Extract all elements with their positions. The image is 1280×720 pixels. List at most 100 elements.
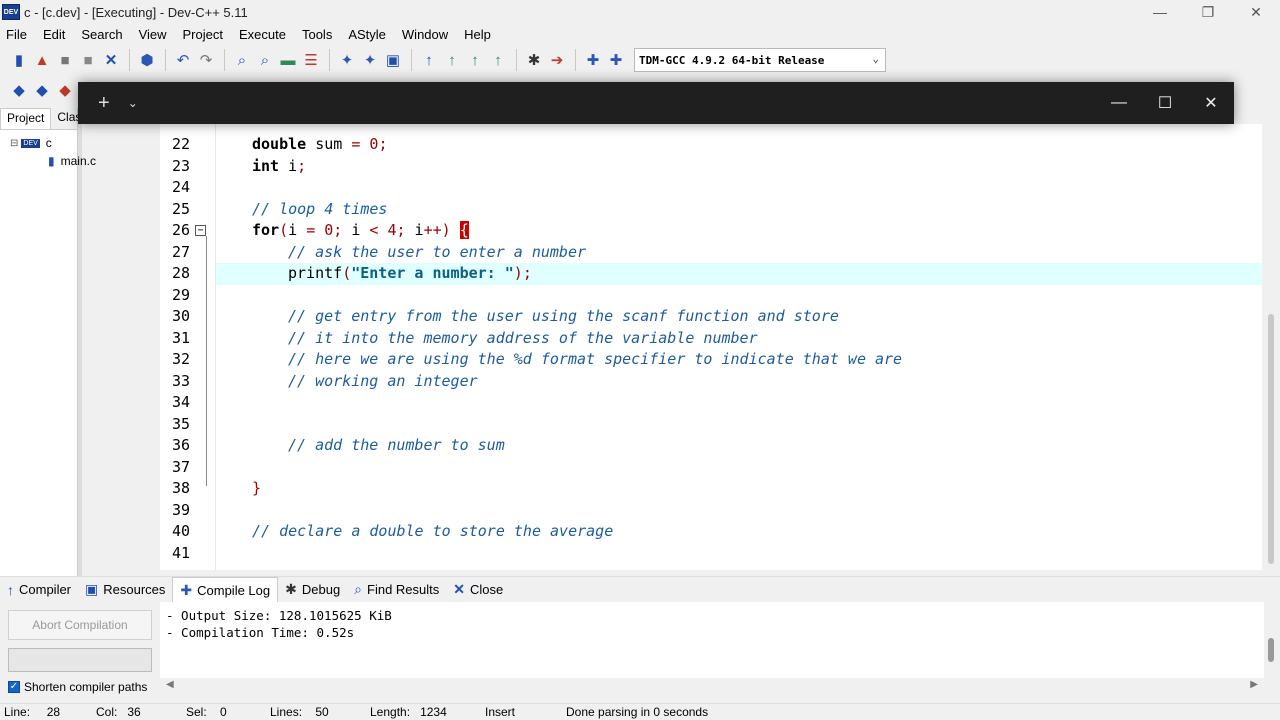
abort-compilation-button[interactable]: Abort Compilation (8, 610, 152, 640)
code-line[interactable]: 29 (160, 285, 1270, 307)
menu-file[interactable]: File (0, 27, 35, 42)
code-token: for (252, 221, 280, 239)
tab-dropdown-icon[interactable]: ⌄ (128, 96, 138, 110)
minimize-button[interactable]: — (1136, 0, 1184, 24)
compile-icon[interactable]: ↑ (418, 49, 440, 71)
scroll-left-icon[interactable]: ◀ (166, 679, 174, 690)
tab-compile-log[interactable]: ✚ Compile Log (172, 576, 279, 603)
code-token: ; (297, 156, 307, 175)
code-line[interactable]: 31 // it into the memory address of the v… (160, 328, 1270, 350)
project-options-icon[interactable]: ✦ (359, 49, 381, 71)
code-editor[interactable]: 22 double sum = 0; 23 int i; 24 25 // loop 4 t… (160, 124, 1270, 570)
tab-compiler[interactable]: ↑ Compiler (0, 577, 78, 603)
tab-debug[interactable]: ✱ Debug (278, 577, 347, 603)
menu-tools[interactable]: Tools (294, 27, 340, 42)
menu-project[interactable]: Project (175, 27, 231, 42)
tab-find-results[interactable]: ⌕ Find Results (347, 577, 446, 603)
tab-resources[interactable]: ▣ Resources (78, 577, 172, 603)
log-horizontal-scrollbar[interactable]: ◀ ▶ (160, 678, 1264, 694)
profile-delete-icon[interactable]: ✚ (605, 49, 627, 71)
menu-window[interactable]: Window (394, 27, 456, 42)
tree-project-node[interactable]: ⊟ DEV c (10, 136, 52, 150)
code-line[interactable]: 32 // here we are using the %d format spe… (160, 349, 1270, 371)
line-number: 28 (171, 264, 190, 282)
code-line[interactable]: 22 double sum = 0; (160, 134, 1270, 156)
code-line[interactable]: 30 // get entry from the user using the s… (160, 306, 1270, 328)
window-title: c - [c.dev] - [Executing] - Dev-C++ 5.11 (24, 4, 248, 20)
terminal-minimize-button[interactable]: — (1096, 82, 1142, 124)
scroll-right-icon[interactable]: ▶ (1250, 679, 1258, 690)
undo-icon[interactable]: ↶ (172, 49, 194, 71)
log-vertical-scrollbar[interactable] (1264, 602, 1280, 694)
profile-icon[interactable]: ✚ (582, 49, 604, 71)
code-line[interactable]: 23 int i; (160, 156, 1270, 178)
code-line[interactable]: 40 // declare a double to store the avera… (160, 521, 1270, 543)
replace-icon[interactable]: ⌕ (254, 49, 276, 71)
menu-view[interactable]: View (131, 27, 175, 42)
code-token: ; (378, 135, 388, 153)
compiler-icon: ↑ (7, 581, 14, 598)
close-file-icon[interactable]: ✕ (100, 49, 122, 71)
line-number: 38 (171, 479, 190, 497)
terminal-close-button[interactable]: ✕ (1188, 82, 1234, 124)
code-line[interactable]: 28 printf("Enter a number: "); (160, 263, 1270, 285)
code-line[interactable]: 25 // loop 4 times (160, 199, 1270, 221)
menu-edit[interactable]: Edit (35, 27, 73, 42)
code-line[interactable]: 36 // add the number to sum (160, 435, 1270, 457)
code-line[interactable]: 24 (160, 177, 1270, 199)
redo-icon[interactable]: ↷ (195, 49, 217, 71)
code-line[interactable]: 39 (160, 500, 1270, 522)
restore-button[interactable]: ❐ (1184, 0, 1232, 24)
code-token: ; (522, 264, 532, 282)
code-text: // get entry from the user using the sca… (288, 306, 839, 328)
code-line[interactable]: 26 for(i = 0; i < 4; i++) {− (160, 220, 1270, 242)
new-tab-icon[interactable]: + (98, 92, 110, 115)
code-token: i (279, 156, 298, 175)
terminal-maximize-button[interactable]: ☐ (1142, 82, 1188, 124)
rebuild-icon[interactable]: ↑ (487, 49, 509, 71)
code-text: for(i = 0; i < 4; i++) { (252, 220, 469, 242)
code-line[interactable]: 34 (160, 392, 1270, 414)
debug-icon[interactable]: ✱ (523, 49, 545, 71)
new-project-icon[interactable]: ✦ (336, 49, 358, 71)
title-bar: DEV c - [c.dev] - [Executing] - Dev-C++ … (0, 0, 1280, 24)
menu-execute[interactable]: Execute (231, 27, 294, 42)
compiler-select[interactable]: TDM-GCC 4.9.2 64-bit Release ⌄ (634, 48, 886, 72)
save-all-icon[interactable]: ■ (77, 49, 99, 71)
menu-help[interactable]: Help (456, 27, 499, 42)
goto-icon[interactable]: ▬ (277, 49, 299, 71)
app-icon: DEV (2, 4, 20, 20)
find-icon[interactable]: ⌕ (231, 49, 253, 71)
save-icon[interactable]: ■ (54, 49, 76, 71)
devpak-icon[interactable]: ▣ (382, 49, 404, 71)
editor-vertical-scrollbar[interactable] (1262, 124, 1280, 570)
unindent-icon[interactable]: ◆ (54, 79, 76, 101)
code-line[interactable]: 35 (160, 414, 1270, 436)
code-line[interactable]: 33 // working an integer (160, 371, 1270, 393)
tab-project[interactable]: Project (0, 108, 52, 129)
print-icon[interactable]: ⬢ (136, 49, 158, 71)
bookmark-icon[interactable]: ☰ (300, 49, 322, 71)
stop-icon[interactable]: ➔ (546, 49, 568, 71)
code-line[interactable]: 37 (160, 457, 1270, 479)
close-button[interactable]: ✕ (1232, 0, 1280, 24)
fold-collapse-icon[interactable]: − (195, 225, 206, 236)
terminal-titlebar: + ⌄ — ☐ ✕ (78, 82, 1234, 124)
shorten-paths-checkbox[interactable]: ✓ Shorten compiler paths (8, 680, 147, 694)
open-file-icon[interactable]: ▲ (31, 49, 53, 71)
new-file-icon[interactable]: ▮ (8, 49, 30, 71)
code-line[interactable]: 27 // ask the user to enter a number (160, 242, 1270, 264)
code-line[interactable]: 38} (160, 478, 1270, 500)
insert-icon[interactable]: ◆ (8, 79, 30, 101)
menu-search[interactable]: Search (73, 27, 130, 42)
menu-astyle[interactable]: AStyle (340, 27, 394, 42)
compile-run-icon[interactable]: ↑ (464, 49, 486, 71)
indent-icon[interactable]: ◆ (31, 79, 53, 101)
tree-file-node[interactable]: ▮ main.c (48, 154, 96, 168)
code-comment: // here we are using the %d format speci… (288, 350, 903, 368)
run-icon[interactable]: ↑ (441, 49, 463, 71)
tab-close[interactable]: ✕ Close (446, 577, 510, 603)
terminal-shadow (78, 124, 82, 580)
code-line[interactable]: 41 (160, 543, 1270, 565)
code-token: ++ (423, 221, 442, 239)
